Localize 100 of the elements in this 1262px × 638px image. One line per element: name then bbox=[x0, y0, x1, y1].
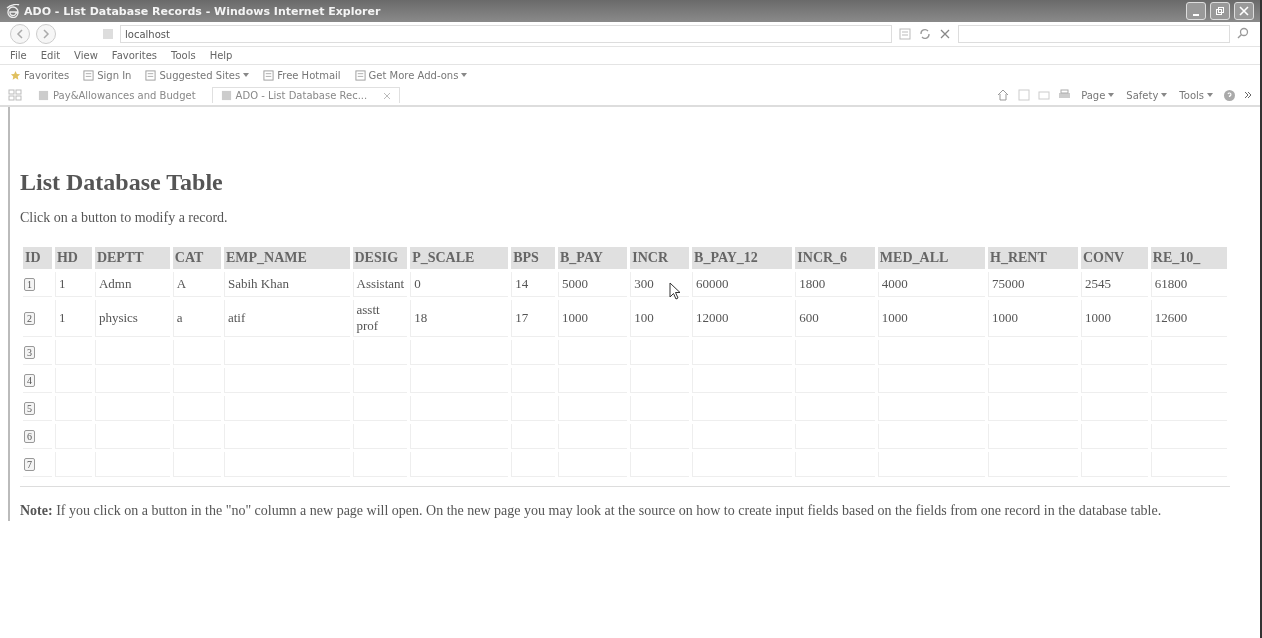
record-button[interactable]: 6 bbox=[24, 430, 35, 443]
browser-tab[interactable]: Pay&Allowances and Budget bbox=[30, 87, 204, 103]
table-cell: 1000 bbox=[562, 310, 589, 325]
column-header: H_RENT bbox=[988, 247, 1078, 269]
column-header: MED_ALL bbox=[877, 247, 985, 269]
caret-icon bbox=[461, 73, 468, 77]
column-header: BPS bbox=[511, 247, 556, 269]
intro-text: Click on a button to modify a record. bbox=[20, 210, 229, 226]
table-cell: A bbox=[176, 276, 187, 291]
favorites-link[interactable]: Free Hotmail bbox=[261, 68, 343, 82]
address-field[interactable]: localhost bbox=[120, 25, 892, 43]
close-icon bbox=[1239, 6, 1249, 16]
table-cell: 17 bbox=[515, 310, 529, 325]
table-cell: 600 bbox=[799, 310, 819, 325]
record-button[interactable]: 5 bbox=[24, 402, 35, 415]
chevron-icon[interactable] bbox=[1244, 91, 1252, 99]
column-header: CAT bbox=[172, 247, 221, 269]
column-header: DEPTT bbox=[94, 247, 170, 269]
table-cell: 18 bbox=[414, 310, 428, 325]
stop-icon[interactable] bbox=[938, 27, 952, 41]
column-header: DESIG bbox=[352, 247, 408, 269]
record-button[interactable]: 1 bbox=[24, 278, 35, 291]
column-header: INCR_6 bbox=[795, 247, 875, 269]
close-button[interactable] bbox=[1234, 2, 1254, 20]
mouse-cursor-icon bbox=[669, 282, 682, 300]
caret-icon bbox=[1108, 93, 1115, 97]
record-button[interactable]: 4 bbox=[24, 374, 35, 387]
page-heading: List Database Table bbox=[20, 169, 224, 196]
table-cell: physics bbox=[98, 310, 138, 325]
record-button[interactable]: 2 bbox=[24, 312, 35, 325]
page-icon bbox=[354, 69, 366, 81]
menu-item[interactable]: Favorites bbox=[111, 50, 157, 61]
page-icon bbox=[83, 69, 95, 81]
menu-item[interactable]: Edit bbox=[40, 50, 61, 61]
close-icon[interactable] bbox=[382, 91, 391, 100]
forward-button[interactable] bbox=[36, 24, 56, 44]
quick-tabs-icon[interactable] bbox=[8, 89, 22, 101]
caret-icon bbox=[1161, 93, 1168, 97]
table-cell: 1000 bbox=[1084, 310, 1111, 325]
column-header: P_SCALE bbox=[410, 247, 509, 269]
table-cell: 1800 bbox=[799, 276, 826, 291]
favorites-link[interactable]: Favorites bbox=[8, 68, 72, 82]
table-cell: 0 bbox=[414, 276, 421, 291]
table-cell: Admn bbox=[98, 276, 132, 291]
menu-item[interactable]: Help bbox=[209, 50, 233, 61]
page-icon bbox=[102, 28, 114, 40]
column-header: RE_10_ bbox=[1150, 247, 1227, 269]
table-cell: 14 bbox=[515, 276, 529, 291]
table-cell: 2545 bbox=[1084, 276, 1111, 291]
table-cell: 1 bbox=[58, 310, 66, 325]
table-cell: 60000 bbox=[696, 276, 729, 291]
favorites-link[interactable]: Sign In bbox=[81, 68, 134, 82]
table-cell: asstt prof bbox=[356, 302, 380, 333]
star-icon bbox=[10, 69, 21, 81]
table-cell: atif bbox=[227, 310, 246, 325]
table-cell: 300 bbox=[634, 276, 654, 291]
column-header: B_PAY_12 bbox=[692, 247, 793, 269]
window-title: ADO - List Database Records - Windows Internet Explorer bbox=[24, 4, 381, 18]
page-icon bbox=[263, 69, 275, 81]
search-field[interactable] bbox=[958, 25, 1230, 43]
column-header: CONV bbox=[1080, 247, 1148, 269]
column-header: B_PAY bbox=[558, 247, 628, 269]
caret-icon bbox=[1207, 93, 1213, 97]
menu-item[interactable]: File bbox=[10, 50, 27, 61]
command-menu[interactable]: Page bbox=[1079, 88, 1117, 102]
table-cell: 1000 bbox=[881, 310, 908, 325]
compatibility-icon[interactable] bbox=[898, 27, 912, 41]
note-text: Note: If you click on a button in the "no" column a new page will open. On the new page you may look at the source on how to create input fields based on the fields from one record in the database table. bbox=[20, 502, 1163, 520]
minimize-icon bbox=[1193, 14, 1199, 16]
back-button[interactable] bbox=[10, 24, 30, 44]
printer-icon[interactable] bbox=[1058, 89, 1072, 101]
browser-tab[interactable]: ADO - List Database Rec... bbox=[211, 87, 400, 103]
command-menu[interactable]: Safety bbox=[1124, 88, 1170, 102]
search-icon[interactable] bbox=[1236, 27, 1250, 41]
caret-icon bbox=[243, 73, 250, 77]
mail-icon[interactable] bbox=[1038, 89, 1051, 101]
home-icon[interactable] bbox=[996, 88, 1011, 102]
column-header: EMP_NAME bbox=[223, 247, 350, 269]
favorites-link[interactable]: Suggested Sites bbox=[143, 68, 252, 82]
record-button[interactable]: 7 bbox=[24, 458, 35, 471]
minimize-button[interactable] bbox=[1186, 2, 1206, 20]
menu-item[interactable]: View bbox=[74, 50, 98, 61]
command-menu[interactable]: Tools bbox=[1177, 88, 1215, 102]
restore-icon bbox=[1215, 6, 1225, 16]
table-cell: 1000 bbox=[992, 310, 1018, 325]
page-icon bbox=[145, 69, 157, 81]
record-button[interactable]: 3 bbox=[24, 346, 35, 359]
favorites-link[interactable]: Get More Add-ons bbox=[352, 68, 470, 82]
browser-logo-icon bbox=[6, 4, 20, 18]
column-header: HD bbox=[54, 247, 92, 269]
feed-icon[interactable] bbox=[1018, 89, 1031, 101]
table-cell: 5000 bbox=[562, 276, 589, 291]
help-icon[interactable] bbox=[1223, 88, 1236, 102]
restore-button[interactable] bbox=[1210, 2, 1230, 20]
table-cell: 100 bbox=[634, 310, 654, 325]
table-cell: a bbox=[176, 310, 183, 325]
refresh-icon[interactable] bbox=[918, 27, 932, 41]
table-cell: 12000 bbox=[696, 310, 729, 325]
table-cell: 61800 bbox=[1154, 276, 1188, 291]
menu-item[interactable]: Tools bbox=[171, 50, 196, 61]
